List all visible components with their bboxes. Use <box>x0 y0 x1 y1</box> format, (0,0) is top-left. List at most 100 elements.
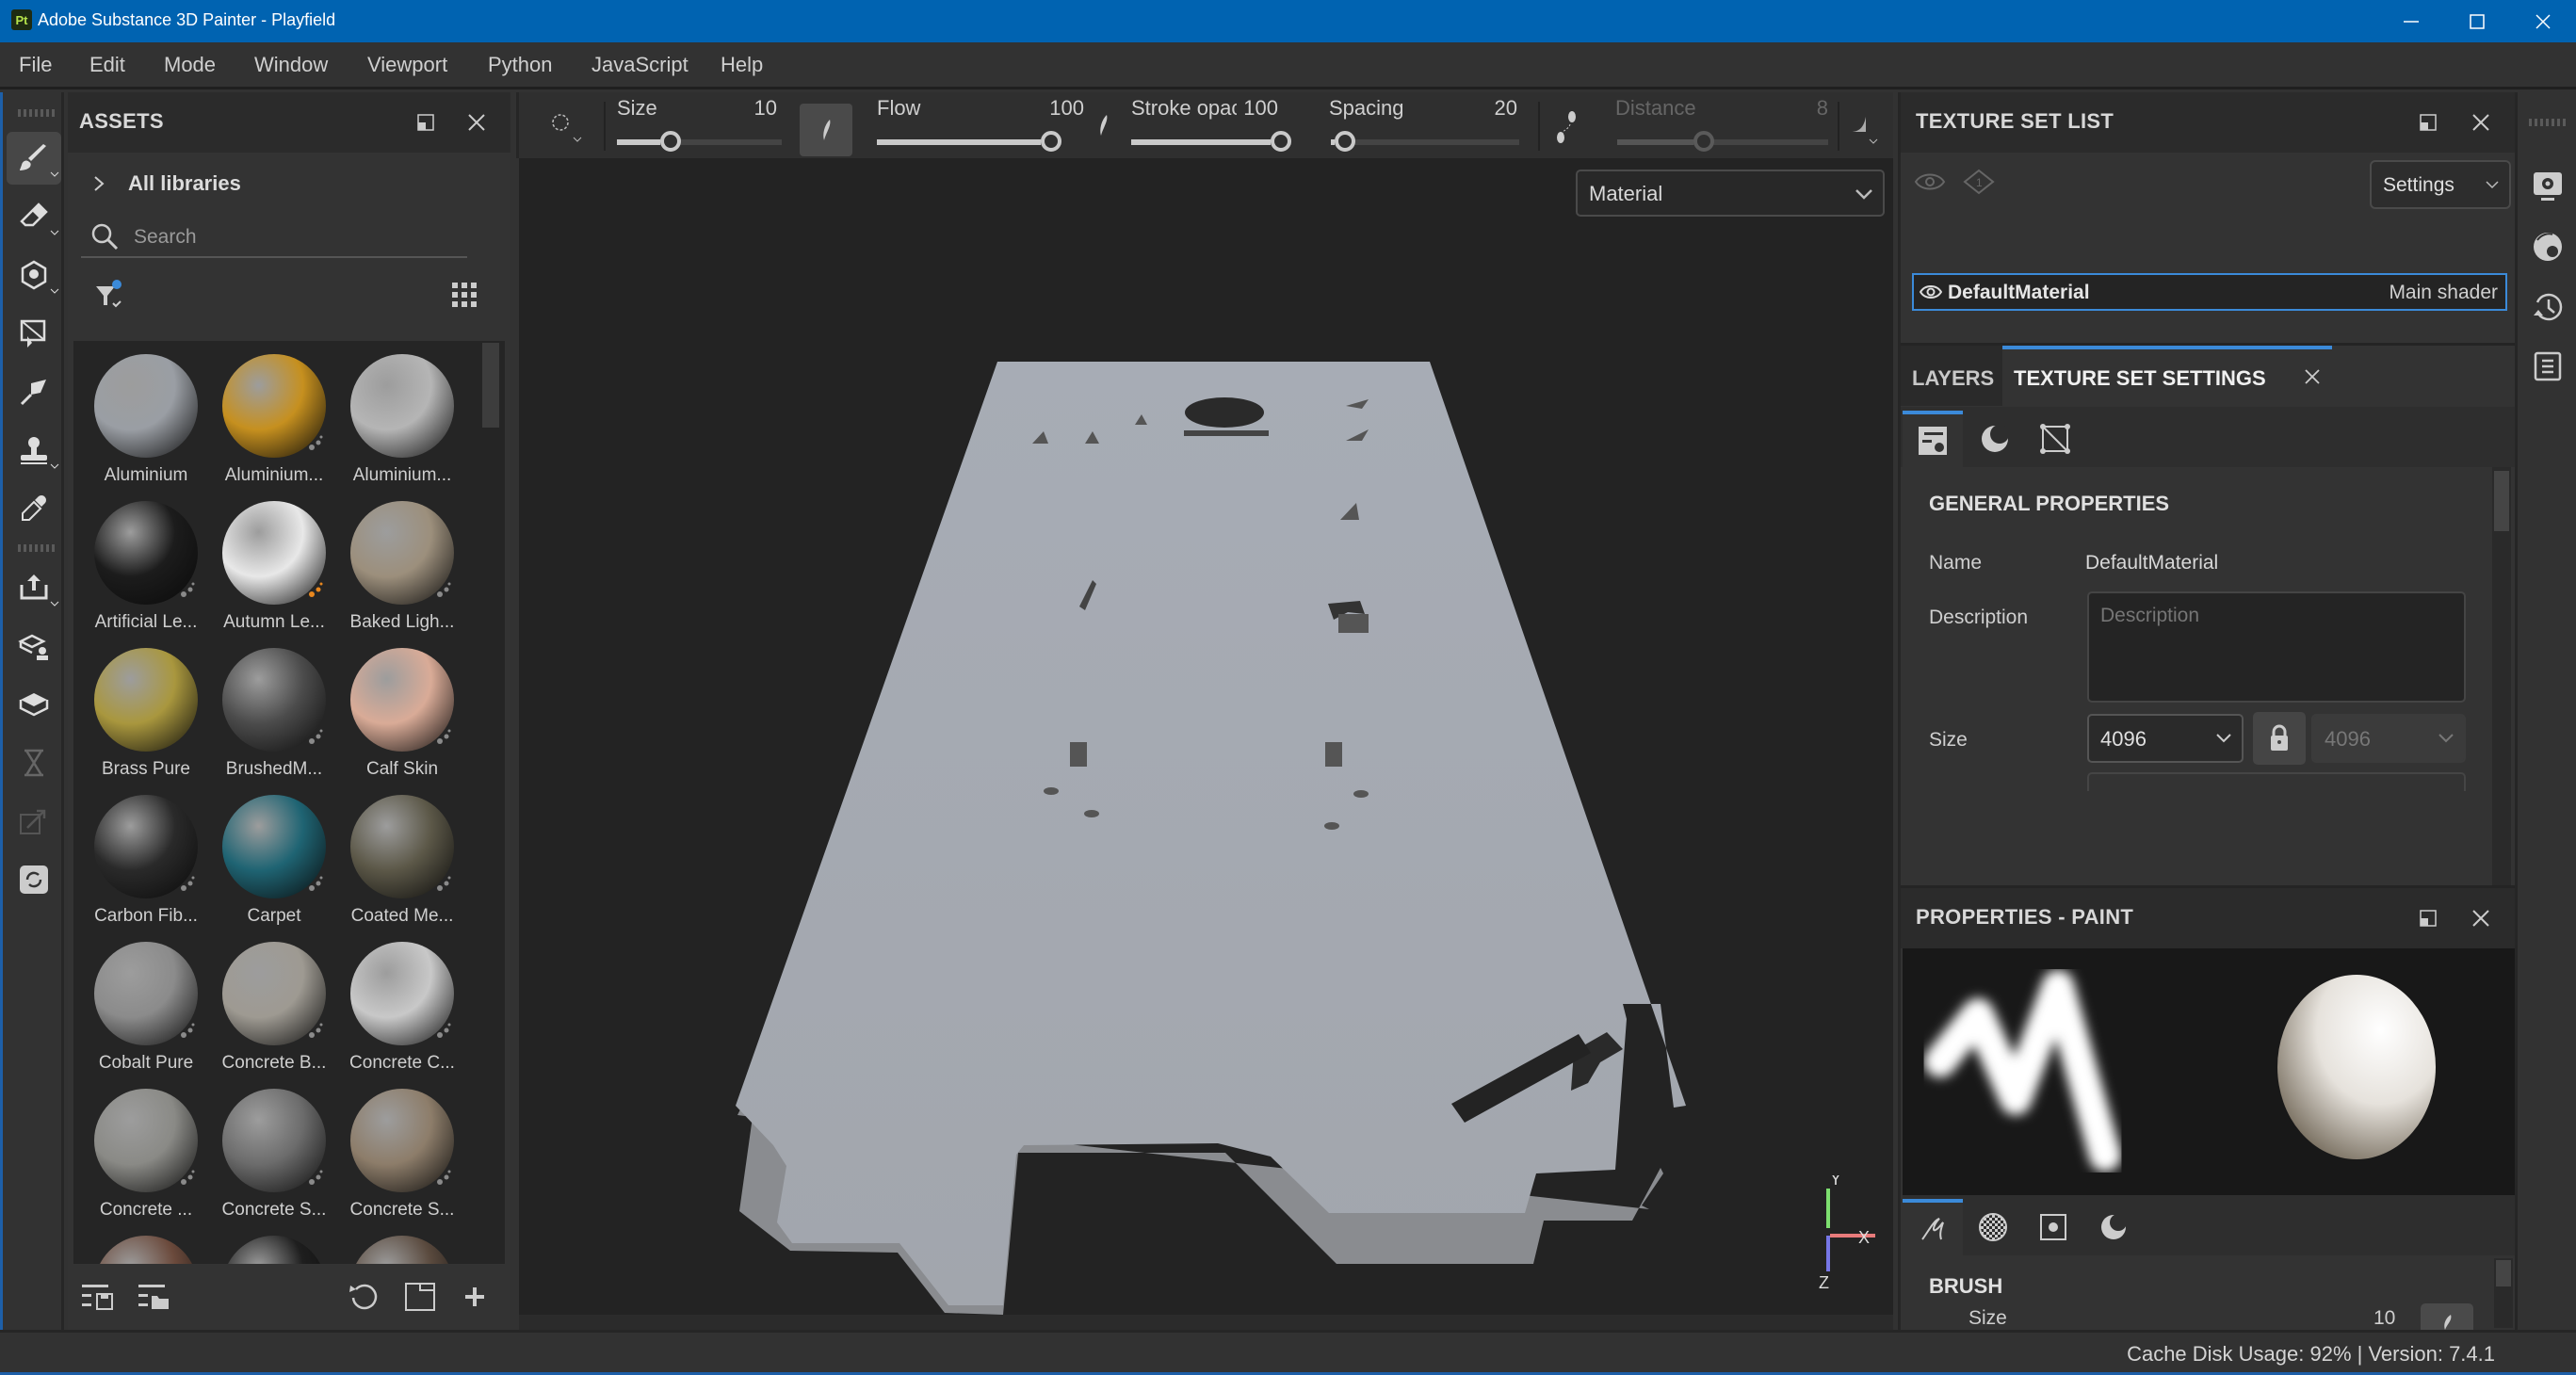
tool-bake-mesh-maps[interactable] <box>7 620 61 672</box>
asset-item[interactable]: Concrete ... <box>83 1081 205 1228</box>
pen-pressure-opacity-button[interactable] <box>1094 111 1122 149</box>
distance-value[interactable]: 8 <box>1790 96 1828 121</box>
library-selector[interactable]: All libraries <box>128 171 241 196</box>
menu-window[interactable]: Window <box>254 53 328 77</box>
brush-size-value[interactable]: 10 <box>2373 1307 2395 1330</box>
asset-item[interactable]: Calf Skin <box>339 640 462 787</box>
size-width-dropdown[interactable]: 4096 <box>2087 714 2244 763</box>
subtab-brush[interactable] <box>1903 1199 1963 1255</box>
name-value[interactable]: DefaultMaterial <box>2085 552 2218 574</box>
slider-knob[interactable] <box>659 131 681 152</box>
tool-polygon-fill[interactable] <box>7 307 61 360</box>
eye-icon[interactable] <box>1920 283 1942 301</box>
display-settings-button[interactable] <box>2529 168 2567 205</box>
minimize-button[interactable] <box>2378 0 2444 42</box>
tool-sync[interactable] <box>7 853 61 906</box>
symmetry-button[interactable] <box>1847 107 1885 149</box>
menu-edit[interactable]: Edit <box>89 53 125 77</box>
settings-scrollbar[interactable] <box>2492 467 2511 885</box>
spacing-slider[interactable] <box>1331 131 1519 152</box>
asset-item[interactable]: Concrete S... <box>339 1081 462 1228</box>
slider-knob[interactable] <box>1041 131 1061 152</box>
tool-projection[interactable] <box>7 249 61 301</box>
asset-item[interactable]: Aluminium <box>83 347 205 493</box>
asset-item[interactable]: Autumn Le... <box>211 493 333 640</box>
visibility-toggle-button[interactable] <box>1914 168 1946 200</box>
slider-knob[interactable] <box>1334 131 1355 152</box>
size-height-dropdown[interactable]: 4096 <box>2311 714 2466 763</box>
close-panel-button[interactable] <box>2466 903 2496 933</box>
size-value[interactable]: 10 <box>730 96 777 121</box>
tool-smudge[interactable] <box>7 365 61 418</box>
solo-button[interactable]: 1 <box>1963 168 1995 200</box>
save-library-button[interactable] <box>81 1281 115 1313</box>
menu-python[interactable]: Python <box>488 53 553 77</box>
maximize-button[interactable] <box>2444 0 2510 42</box>
tool-eraser[interactable] <box>7 190 61 243</box>
asset-item[interactable]: Carpet <box>211 787 333 934</box>
tool-clone[interactable] <box>7 424 61 477</box>
brush-shape-button[interactable] <box>547 107 585 149</box>
playfield-model[interactable] <box>519 158 1893 1315</box>
subtab-alpha[interactable] <box>1963 1199 2023 1255</box>
log-button[interactable] <box>2529 347 2567 384</box>
flow-slider[interactable] <box>877 131 1061 152</box>
stroke-opacity-slider[interactable] <box>1131 131 1291 152</box>
distance-slider[interactable] <box>1617 131 1828 152</box>
asset-item[interactable]: Concrete C... <box>339 934 462 1081</box>
viewport-3d[interactable]: Material Y X Z <box>519 158 1893 1315</box>
stroke-opacity-value[interactable]: 100 <box>1225 96 1278 121</box>
tool-paint-brush[interactable] <box>7 132 61 185</box>
close-tab-icon[interactable] <box>2304 368 2321 385</box>
tab-texture-set-settings[interactable]: TEXTURE SET SETTINGS <box>2002 346 2332 406</box>
size-lock-button[interactable] <box>2253 712 2306 765</box>
asset-item[interactable]: Baked Ligh... <box>339 493 462 640</box>
tool-timeline[interactable] <box>7 736 61 789</box>
tool-resize[interactable] <box>7 795 61 848</box>
menu-mode[interactable]: Mode <box>164 53 216 77</box>
texture-set-shader[interactable]: Main shader <box>2389 282 2498 304</box>
menu-viewport[interactable]: Viewport <box>367 53 447 77</box>
slider-knob[interactable] <box>1271 131 1291 152</box>
close-panel-button[interactable] <box>2466 107 2496 138</box>
description-field[interactable] <box>2087 591 2466 703</box>
float-panel-button[interactable] <box>411 107 441 138</box>
lazy-mouse-button[interactable] <box>1551 107 1583 149</box>
asset-item[interactable]: Aluminium... <box>339 347 462 493</box>
menu-file[interactable]: File <box>19 53 52 77</box>
asset-item[interactable]: BrushedM... <box>211 640 333 787</box>
toolbar-grip[interactable] <box>2529 119 2567 126</box>
asset-item[interactable]: Carbon Fib... <box>83 787 205 934</box>
float-panel-button[interactable] <box>2413 903 2443 933</box>
asset-item[interactable]: Artificial Le... <box>83 493 205 640</box>
asset-item[interactable]: Aluminium... <box>211 347 333 493</box>
close-window-button[interactable] <box>2510 0 2576 42</box>
tool-display-mesh[interactable] <box>7 678 61 731</box>
history-button[interactable] <box>2529 288 2567 326</box>
size-slider[interactable] <box>617 131 782 152</box>
grid-view-button[interactable] <box>452 283 480 311</box>
asset-item[interactable]: Concrete S... <box>211 1081 333 1228</box>
brush-size-pressure-button[interactable] <box>2421 1303 2473 1330</box>
tool-color-picker[interactable] <box>7 482 61 535</box>
subtab-general[interactable] <box>1903 411 1963 467</box>
tab-layers[interactable]: LAYERS <box>1901 346 2002 406</box>
asset-item[interactable]: Brass Pure <box>83 640 205 787</box>
toolbar-grip[interactable] <box>18 544 56 552</box>
subtab-material[interactable] <box>2083 1199 2144 1255</box>
texture-set-row[interactable]: DefaultMaterial Main shader <box>1912 273 2507 311</box>
search-input[interactable] <box>134 222 454 252</box>
tool-export[interactable] <box>7 561 61 614</box>
asset-item[interactable]: Coated Me... <box>339 787 462 934</box>
shader-settings-button[interactable] <box>2529 228 2567 266</box>
spacing-value[interactable]: 20 <box>1461 96 1517 121</box>
refresh-button[interactable] <box>347 1281 381 1313</box>
asset-item[interactable]: Concrete B... <box>211 934 333 1081</box>
filter-button[interactable] <box>90 277 128 315</box>
open-library-button[interactable] <box>138 1281 171 1313</box>
float-panel-button[interactable] <box>2413 107 2443 138</box>
add-button[interactable] <box>458 1281 492 1313</box>
toolbar-grip[interactable] <box>18 109 56 117</box>
subtab-shader[interactable] <box>1965 411 2025 467</box>
settings-dropdown[interactable]: Settings <box>2370 160 2511 209</box>
